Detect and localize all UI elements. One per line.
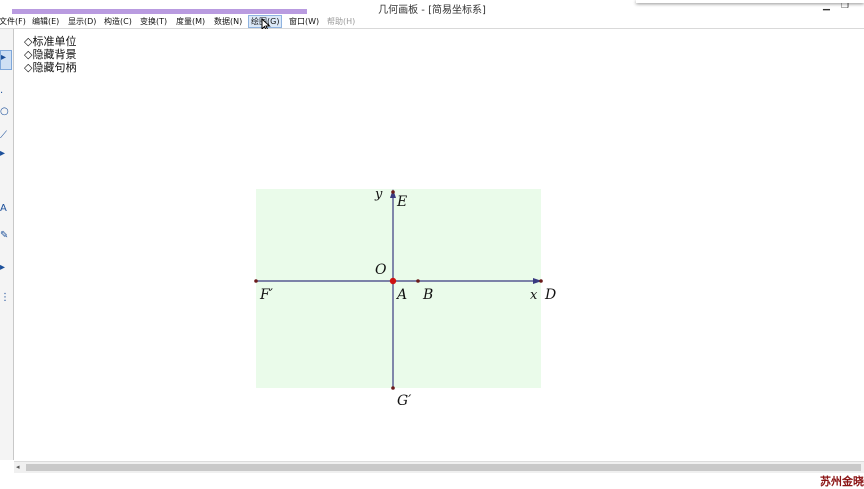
point-e[interactable] — [391, 190, 395, 194]
point-f[interactable] — [254, 279, 258, 283]
label-d: D — [544, 287, 556, 303]
label-g: G′ — [397, 393, 412, 409]
label-origin: O — [375, 262, 387, 278]
coordinate-sketch: y x O A B D E F′ G′ — [254, 187, 556, 409]
label-f: F′ — [259, 287, 274, 303]
watermark-text: 苏州金晓 — [820, 475, 864, 488]
point-g[interactable] — [391, 386, 395, 390]
point-b[interactable] — [416, 279, 420, 283]
origin-point[interactable] — [389, 277, 397, 285]
label-a: A — [395, 287, 407, 303]
status-bar: 苏州金晓 — [0, 473, 864, 488]
scrollbar-thumb[interactable] — [26, 464, 861, 471]
label-b: B — [422, 287, 433, 303]
label-e: E — [396, 194, 407, 210]
point-d[interactable] — [539, 279, 543, 283]
y-axis-label: y — [374, 187, 383, 202]
x-axis-label: x — [530, 288, 538, 303]
scroll-left-arrow-icon[interactable]: ◂ — [16, 463, 20, 471]
horizontal-scrollbar[interactable]: ◂ — [14, 461, 864, 473]
